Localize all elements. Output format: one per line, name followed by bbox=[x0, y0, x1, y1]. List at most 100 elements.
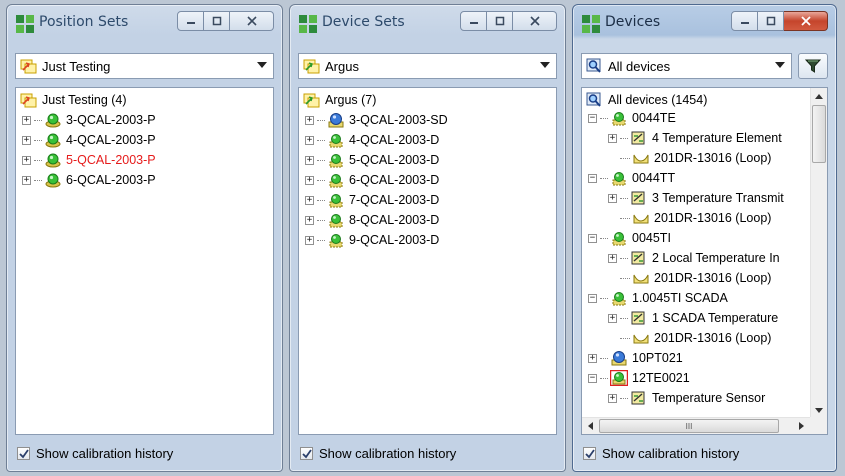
tree-item[interactable]: +4 Temperature Element bbox=[608, 128, 782, 148]
expand-icon[interactable]: + bbox=[608, 313, 617, 323]
horizontal-scrollbar[interactable]: III bbox=[582, 417, 810, 434]
close-button[interactable] bbox=[230, 11, 274, 31]
vertical-scrollbar[interactable] bbox=[810, 88, 827, 419]
position-icon bbox=[45, 153, 61, 168]
device-set-tree[interactable]: Argus (7) +3-QCAL-2003-SD +4-QCAL-2003-D… bbox=[298, 87, 557, 435]
minimize-button[interactable] bbox=[177, 11, 204, 31]
show-history-checkbox[interactable]: Show calibration history bbox=[17, 446, 173, 461]
expand-icon[interactable]: + bbox=[22, 135, 31, 145]
checkbox[interactable] bbox=[300, 447, 313, 460]
tree-item[interactable]: +5-QCAL-2003-D bbox=[305, 150, 439, 170]
tree-item-label: 4-QCAL-2003-P bbox=[66, 133, 156, 147]
tree-item[interactable]: +9-QCAL-2003-D bbox=[305, 230, 439, 250]
tree-item[interactable]: +6-QCAL-2003-D bbox=[305, 170, 439, 190]
tree-item[interactable]: − 12TE0021 bbox=[588, 368, 690, 388]
tree-item[interactable]: +3 Temperature Transmit bbox=[608, 188, 784, 208]
scroll-left-icon[interactable] bbox=[587, 422, 593, 430]
device-filter-dropdown[interactable]: All devices bbox=[581, 53, 792, 79]
tree-root[interactable]: All devices (1454) bbox=[586, 90, 707, 110]
scroll-up-icon[interactable] bbox=[815, 93, 823, 99]
tree-item[interactable]: +5-QCAL-2003-P bbox=[22, 150, 156, 170]
close-button[interactable] bbox=[784, 11, 828, 31]
scroll-right-icon[interactable] bbox=[799, 422, 805, 430]
expand-icon[interactable]: + bbox=[22, 115, 31, 125]
title-bar[interactable]: Devices bbox=[581, 11, 828, 37]
expand-icon[interactable]: + bbox=[608, 253, 617, 263]
tree-item[interactable]: + Temperature Sensor bbox=[608, 388, 765, 408]
expand-icon[interactable]: + bbox=[305, 175, 314, 185]
tree-item[interactable]: +6-QCAL-2003-P bbox=[22, 170, 156, 190]
close-icon bbox=[246, 16, 257, 26]
collapse-icon[interactable]: − bbox=[588, 373, 597, 383]
device-icon bbox=[612, 172, 626, 186]
chevron-down-icon[interactable] bbox=[257, 62, 267, 68]
maximize-button[interactable] bbox=[487, 11, 513, 31]
loop-icon bbox=[633, 334, 649, 344]
minimize-button[interactable] bbox=[731, 11, 758, 31]
device-selected-icon bbox=[610, 370, 628, 386]
expand-icon[interactable]: + bbox=[608, 133, 617, 143]
tree-item[interactable]: +3-QCAL-2003-P bbox=[22, 110, 156, 130]
tree-item[interactable]: +2 Local Temperature In bbox=[608, 248, 780, 268]
device-tree[interactable]: All devices (1454) − 0044TE +4 Temperatur… bbox=[581, 87, 828, 435]
maximize-button[interactable] bbox=[204, 11, 230, 31]
scroll-thumb[interactable] bbox=[812, 105, 826, 163]
checkbox[interactable] bbox=[17, 447, 30, 460]
expand-icon[interactable]: + bbox=[305, 215, 314, 225]
minimize-icon bbox=[186, 22, 195, 24]
tree-item[interactable]: 201DR-13016 (Loop) bbox=[620, 148, 771, 168]
collapse-icon[interactable]: − bbox=[588, 113, 597, 123]
expand-icon[interactable]: + bbox=[305, 135, 314, 145]
scroll-down-icon[interactable] bbox=[815, 408, 823, 414]
title-bar[interactable]: Device Sets bbox=[298, 11, 557, 37]
checkbox[interactable] bbox=[583, 447, 596, 460]
close-icon bbox=[800, 16, 811, 26]
tree-root[interactable]: Just Testing (4) bbox=[20, 90, 127, 110]
tree-item[interactable]: +4-QCAL-2003-P bbox=[22, 130, 156, 150]
show-history-checkbox[interactable]: Show calibration history bbox=[583, 446, 739, 461]
expand-icon[interactable]: + bbox=[608, 193, 617, 203]
tree-item[interactable]: − 1.0045TI SCADA bbox=[588, 288, 728, 308]
expand-icon[interactable]: + bbox=[608, 393, 617, 403]
expand-icon[interactable]: + bbox=[588, 353, 597, 363]
expand-icon[interactable]: + bbox=[305, 235, 314, 245]
tree-item-label: 10PT021 bbox=[632, 351, 683, 365]
show-history-checkbox[interactable]: Show calibration history bbox=[300, 446, 456, 461]
expand-icon[interactable]: + bbox=[22, 175, 31, 185]
collapse-icon[interactable]: − bbox=[588, 173, 597, 183]
position-tree[interactable]: Just Testing (4) +3-QCAL-2003-P +4-QCAL-… bbox=[15, 87, 274, 435]
tree-item[interactable]: 201DR-13016 (Loop) bbox=[620, 328, 771, 348]
close-button[interactable] bbox=[513, 11, 557, 31]
tree-item[interactable]: 201DR-13016 (Loop) bbox=[620, 268, 771, 288]
chevron-down-icon[interactable] bbox=[540, 62, 550, 68]
tree-item[interactable]: +10PT021 bbox=[588, 348, 683, 368]
app-grid-icon bbox=[582, 15, 600, 33]
minimize-button[interactable] bbox=[460, 11, 487, 31]
collapse-icon[interactable]: − bbox=[588, 233, 597, 243]
expand-icon[interactable]: + bbox=[305, 195, 314, 205]
device-blue-icon bbox=[328, 113, 344, 128]
maximize-button[interactable] bbox=[758, 11, 784, 31]
tree-item[interactable]: − 0044TE bbox=[588, 108, 676, 128]
tree-item[interactable]: − 0044TT bbox=[588, 168, 675, 188]
title-bar[interactable]: Position Sets bbox=[15, 11, 274, 37]
position-set-dropdown[interactable]: Just Testing bbox=[15, 53, 274, 79]
tree-item-label: 9-QCAL-2003-D bbox=[349, 233, 440, 247]
expand-icon[interactable]: + bbox=[305, 155, 314, 165]
device-set-dropdown[interactable]: Argus bbox=[298, 53, 557, 79]
tree-item[interactable]: − 0045TI bbox=[588, 228, 671, 248]
tree-item[interactable]: +7-QCAL-2003-D bbox=[305, 190, 439, 210]
tree-item[interactable]: +8-QCAL-2003-D bbox=[305, 210, 439, 230]
chevron-down-icon[interactable] bbox=[775, 62, 785, 68]
dropdown-value: All devices bbox=[608, 58, 671, 74]
tree-item[interactable]: 201DR-13016 (Loop) bbox=[620, 208, 771, 228]
filter-button[interactable] bbox=[798, 53, 828, 79]
tree-item[interactable]: +4-QCAL-2003-D bbox=[305, 130, 439, 150]
tree-root[interactable]: Argus (7) bbox=[303, 90, 376, 110]
expand-icon[interactable]: + bbox=[22, 155, 31, 165]
scroll-thumb[interactable]: III bbox=[599, 419, 779, 433]
tree-item[interactable]: +1 SCADA Temperature bbox=[608, 308, 778, 328]
collapse-icon[interactable]: − bbox=[588, 293, 597, 303]
expand-icon[interactable]: + bbox=[305, 115, 314, 125]
tree-item[interactable]: +3-QCAL-2003-SD bbox=[305, 110, 448, 130]
